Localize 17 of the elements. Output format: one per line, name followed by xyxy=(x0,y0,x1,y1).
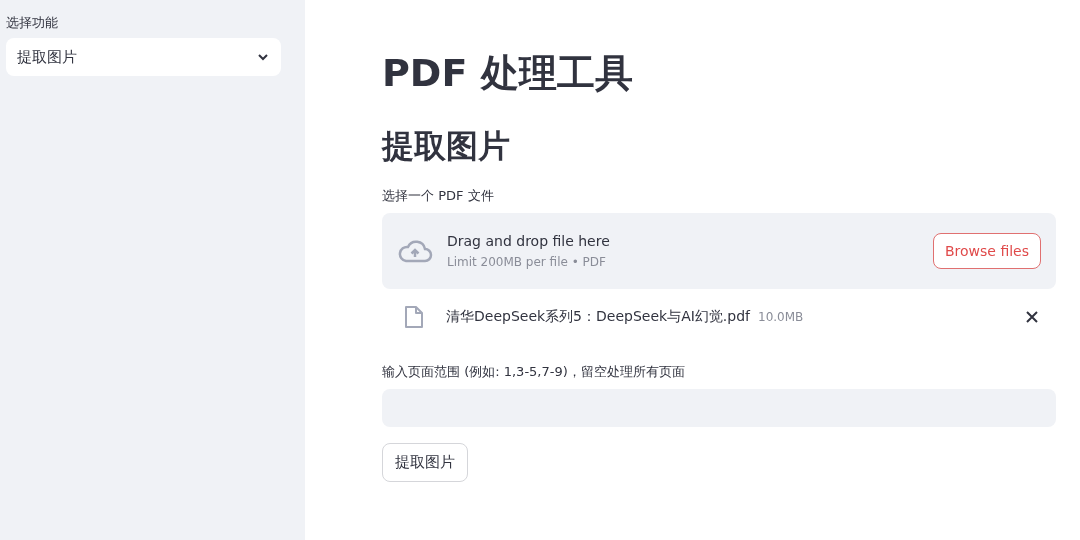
close-icon[interactable] xyxy=(1025,310,1039,324)
file-name: 清华DeepSeek系列5：DeepSeek与AI幻觉.pdf xyxy=(446,308,750,326)
select-label: 选择功能 xyxy=(6,14,59,32)
browse-files-button[interactable]: Browse files xyxy=(932,233,1041,269)
file-size: 10.0MB xyxy=(758,310,805,324)
limit-text: Limit 200MB per file • PDF xyxy=(447,255,607,269)
extract-button[interactable]: 提取图片 xyxy=(382,443,468,482)
drop-text: Drag and drop file here xyxy=(447,233,611,249)
uploader-label: 选择一个 PDF 文件 xyxy=(382,187,494,205)
range-label: 输入页面范围 (例如: 1,3-5,7-9)，留空处理所有页面 xyxy=(382,363,685,381)
section-heading: 提取图片 xyxy=(382,126,510,167)
page-title: PDF 处理工具 xyxy=(382,50,633,97)
file-icon xyxy=(404,305,424,329)
chevron-down-icon xyxy=(257,53,269,61)
function-select[interactable]: 提取图片 xyxy=(6,38,281,76)
dropzone[interactable]: Drag and drop file here Limit 200MB per file • PDF Browse files xyxy=(382,213,1056,289)
cloud-upload-icon xyxy=(397,238,433,264)
